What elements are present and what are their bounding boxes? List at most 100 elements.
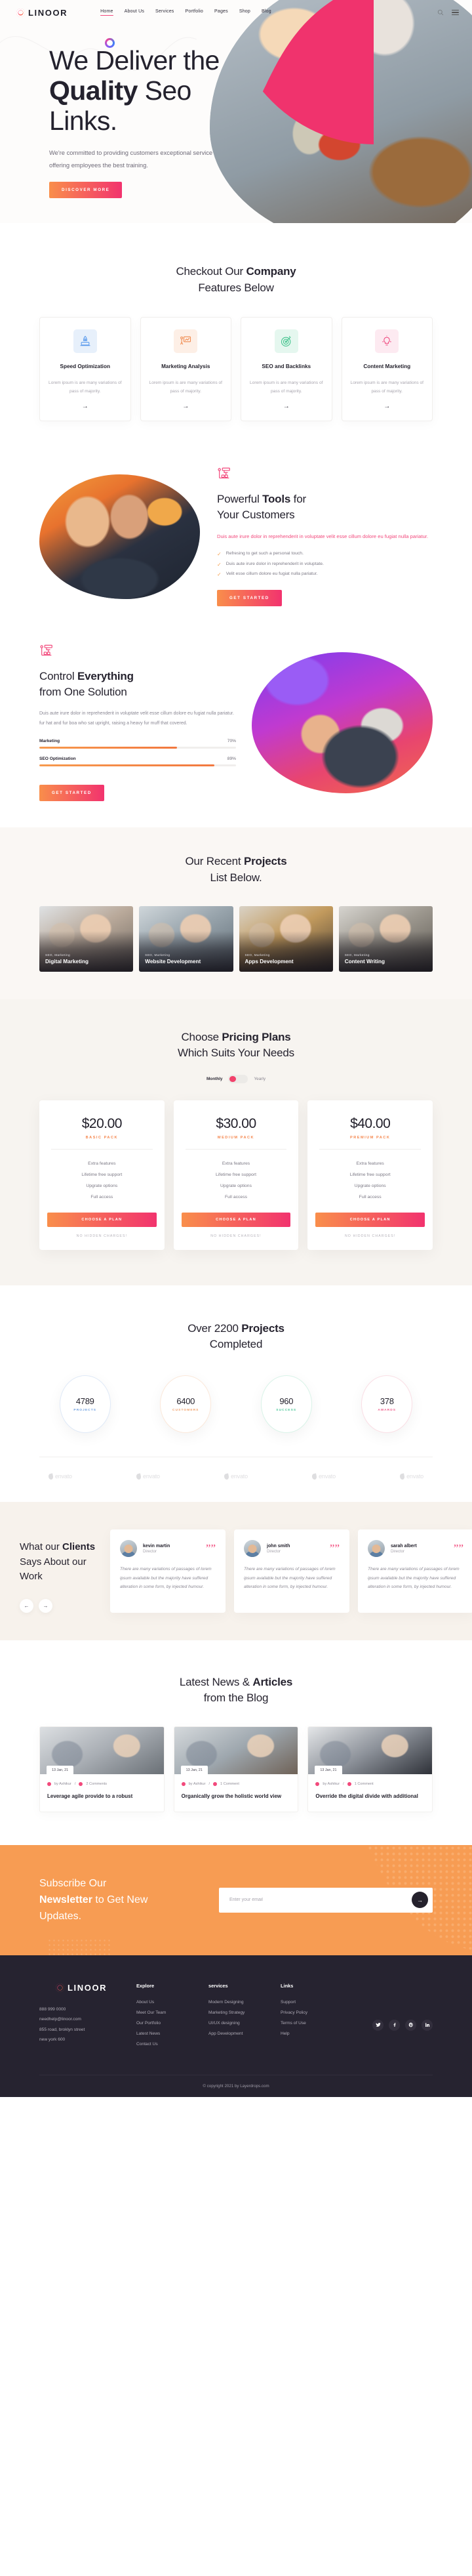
discover-more-button[interactable]: DISCOVER MORE [49,182,123,199]
pricing-heading: Choose Pricing Plans Which Suits Your Ne… [39,1029,433,1062]
brand-label: envato [319,1473,336,1480]
project-card-apps-development[interactable]: SEO, Marketing Apps Development [239,905,333,972]
blog-title[interactable]: Leverage agile provide to a robust [47,1792,157,1801]
footer-column-heading: Explore [136,1982,155,1989]
newsletter-submit-button[interactable]: → [412,1892,428,1909]
footer-phone[interactable]: 888 999 0000 [39,2005,125,2014]
testimonial-author: kevin martin [143,1543,170,1548]
footer-link-modern-designing[interactable]: Modern Designing [208,1997,269,2008]
billing-period-toggle[interactable] [228,1074,248,1083]
list-item: ✓ Velit esse cillum dolore eu fugiat null… [217,570,433,579]
footer-link-contact-us[interactable]: Contact Us [136,2039,197,2050]
choose-plan-button[interactable]: CHOOSE A PLAN [315,1212,425,1227]
feature-card-speed-optimization[interactable]: Speed Optimization Lorem ipsum is are ma… [39,317,131,421]
arrow-right-icon[interactable]: → [350,403,425,410]
arrow-right-icon[interactable]: → [48,403,123,410]
nav-item-about-us[interactable]: About Us [125,9,144,16]
footer-link-app-development[interactable]: App Development [208,2029,269,2039]
tools-get-started-button[interactable]: GET STARTED [217,590,282,606]
hero-title-line3: Links. [49,105,117,136]
brand-logo-envato: envato [311,1472,336,1480]
brand-logos-row: envato envato envato envato envato [39,1457,433,1482]
twitter-icon[interactable] [372,2019,384,2031]
feature-card-marketing-analysis[interactable]: Marketing Analysis Lorem ipsum is are ma… [140,317,231,421]
footer-link-support[interactable]: Support [281,1997,341,2008]
footer-link-meet-our-team[interactable]: Meet Our Team [136,2008,197,2018]
dot-pattern-decoration-2 [47,1938,113,1955]
nav-item-shop[interactable]: Shop [239,9,250,16]
toggle-label-monthly[interactable]: Monthly [206,1077,223,1081]
testimonial-role: Director [143,1549,157,1554]
feature-card-seo-and-backlinks[interactable]: SEO and Backlinks Lorem ipsum is are man… [241,317,332,421]
hamburger-icon[interactable] [452,9,459,16]
blog-date: 13 Jan, 21 [315,1765,342,1775]
project-card-website-development[interactable]: SEO, Marketing Website Development [139,905,233,972]
feature-card-content-marketing[interactable]: Content Marketing Lorem ipsum is are man… [341,317,433,421]
features-grid: Speed Optimization Lorem ipsum is are ma… [39,317,433,421]
blog-card[interactable]: 13 Jan, 21 by Ashikur / 1 Comment Overri… [307,1726,433,1812]
arrow-right-icon[interactable]: → [149,403,224,410]
arrow-right-icon[interactable]: → [249,403,324,410]
footer-link-terms-of-use[interactable]: Terms of Use [281,2018,341,2029]
counter-label: PROJECTS [73,1409,97,1413]
email-input[interactable] [229,1898,412,1903]
progress-value: 70% [227,739,236,744]
footer-email[interactable]: needhelp@linoor.com [39,2014,125,2024]
footer-link-marketing-strategy[interactable]: Marketing Strategy [208,2008,269,2018]
footer-logo[interactable]: LINOOR [56,1983,125,1993]
progress-bar-marketing: Marketing 70% [39,739,236,749]
pinterest-icon[interactable] [405,2019,416,2031]
footer-link-privacy-policy[interactable]: Privacy Policy [281,2008,341,2018]
hero-title-rest: Seo [137,75,192,106]
footer-address-line2: new york 600 [39,2037,66,2043]
pricing-heading-pre: Choose [181,1030,222,1043]
brand-logo-envato: envato [224,1472,248,1480]
user-icon [181,1781,186,1786]
logo-mark-icon [16,8,25,17]
footer-link-about-us[interactable]: About Us [136,1997,197,2008]
blog-card[interactable]: 13 Jan, 21 by Ashikur / 2 Comments Lever… [39,1726,165,1812]
envato-leaf-icon [224,1472,229,1480]
list-item: ✓ Refresing to get such a personal touch. [217,549,433,559]
progress-label: SEO Optimization [39,757,76,762]
control-photo [252,652,433,794]
user-icon [315,1781,320,1786]
footer-link-latest-news[interactable]: Latest News [136,2029,197,2039]
projects-grid: SEO, Marketing Digital Marketing SEO, Ma… [39,905,433,972]
nav-item-blog[interactable]: Blog [262,9,271,16]
control-heading-pre: Control [39,670,77,682]
testimonials-carousel[interactable]: kevin martin Director ”” There are many … [110,1529,472,1613]
project-card-digital-marketing[interactable]: SEO, Marketing Digital Marketing [39,905,134,972]
nav-item-services[interactable]: Services [155,9,174,16]
counter-number: 4789 [75,1396,94,1407]
project-card-content-writing[interactable]: SEO, Marketing Content Writing [338,905,433,972]
linkedin-icon[interactable] [422,2019,433,2031]
choose-plan-button[interactable]: CHOOSE A PLAN [181,1212,291,1227]
blog-thumbnail: 13 Jan, 21 [174,1726,298,1775]
choose-plan-button[interactable]: CHOOSE A PLAN [47,1212,157,1227]
brand-logo[interactable]: LINOOR [16,8,68,18]
plan-pack-name: MEDIUM PACK [217,1135,255,1140]
arrow-right-icon[interactable]: → [39,1598,52,1613]
nav-item-portfolio[interactable]: Portfolio [186,9,203,16]
search-icon[interactable] [437,9,444,16]
arrow-left-icon[interactable]: ← [20,1598,33,1613]
project-category: SEO, Marketing [245,953,270,957]
footer-link-our-portfolio[interactable]: Our Portfolio [136,2018,197,2029]
footer-link-ui-ux-designing[interactable]: UI/UX designing [208,2018,269,2029]
blog-title[interactable]: Override the digital divide with additio… [315,1792,425,1801]
nav-item-home[interactable]: Home [100,9,114,16]
tools-lead: Duis aute irure dolor in reprehenderit i… [217,533,429,540]
pricing-card-medium: $30.00 MEDIUM PACK Extra features Lifeti… [173,1100,299,1250]
footer-column-heading: services [208,1982,228,1989]
facebook-icon[interactable] [389,2019,400,2031]
control-get-started-button[interactable]: GET STARTED [39,785,104,802]
footer-link-help[interactable]: Help [281,2029,341,2039]
blog-card[interactable]: 13 Jan, 21 by Ashikur / 1 Comment Organi… [173,1726,299,1812]
nav-item-pages[interactable]: Pages [214,9,228,16]
brand-label: envato [55,1473,72,1480]
blog-title[interactable]: Organically grow the holistic world view [182,1792,291,1801]
page-root: LINOOR Home About Us Services Portfolio … [0,0,472,2098]
toggle-label-yearly[interactable]: Yearly [254,1077,266,1081]
feature-title: Marketing Analysis [161,364,210,370]
